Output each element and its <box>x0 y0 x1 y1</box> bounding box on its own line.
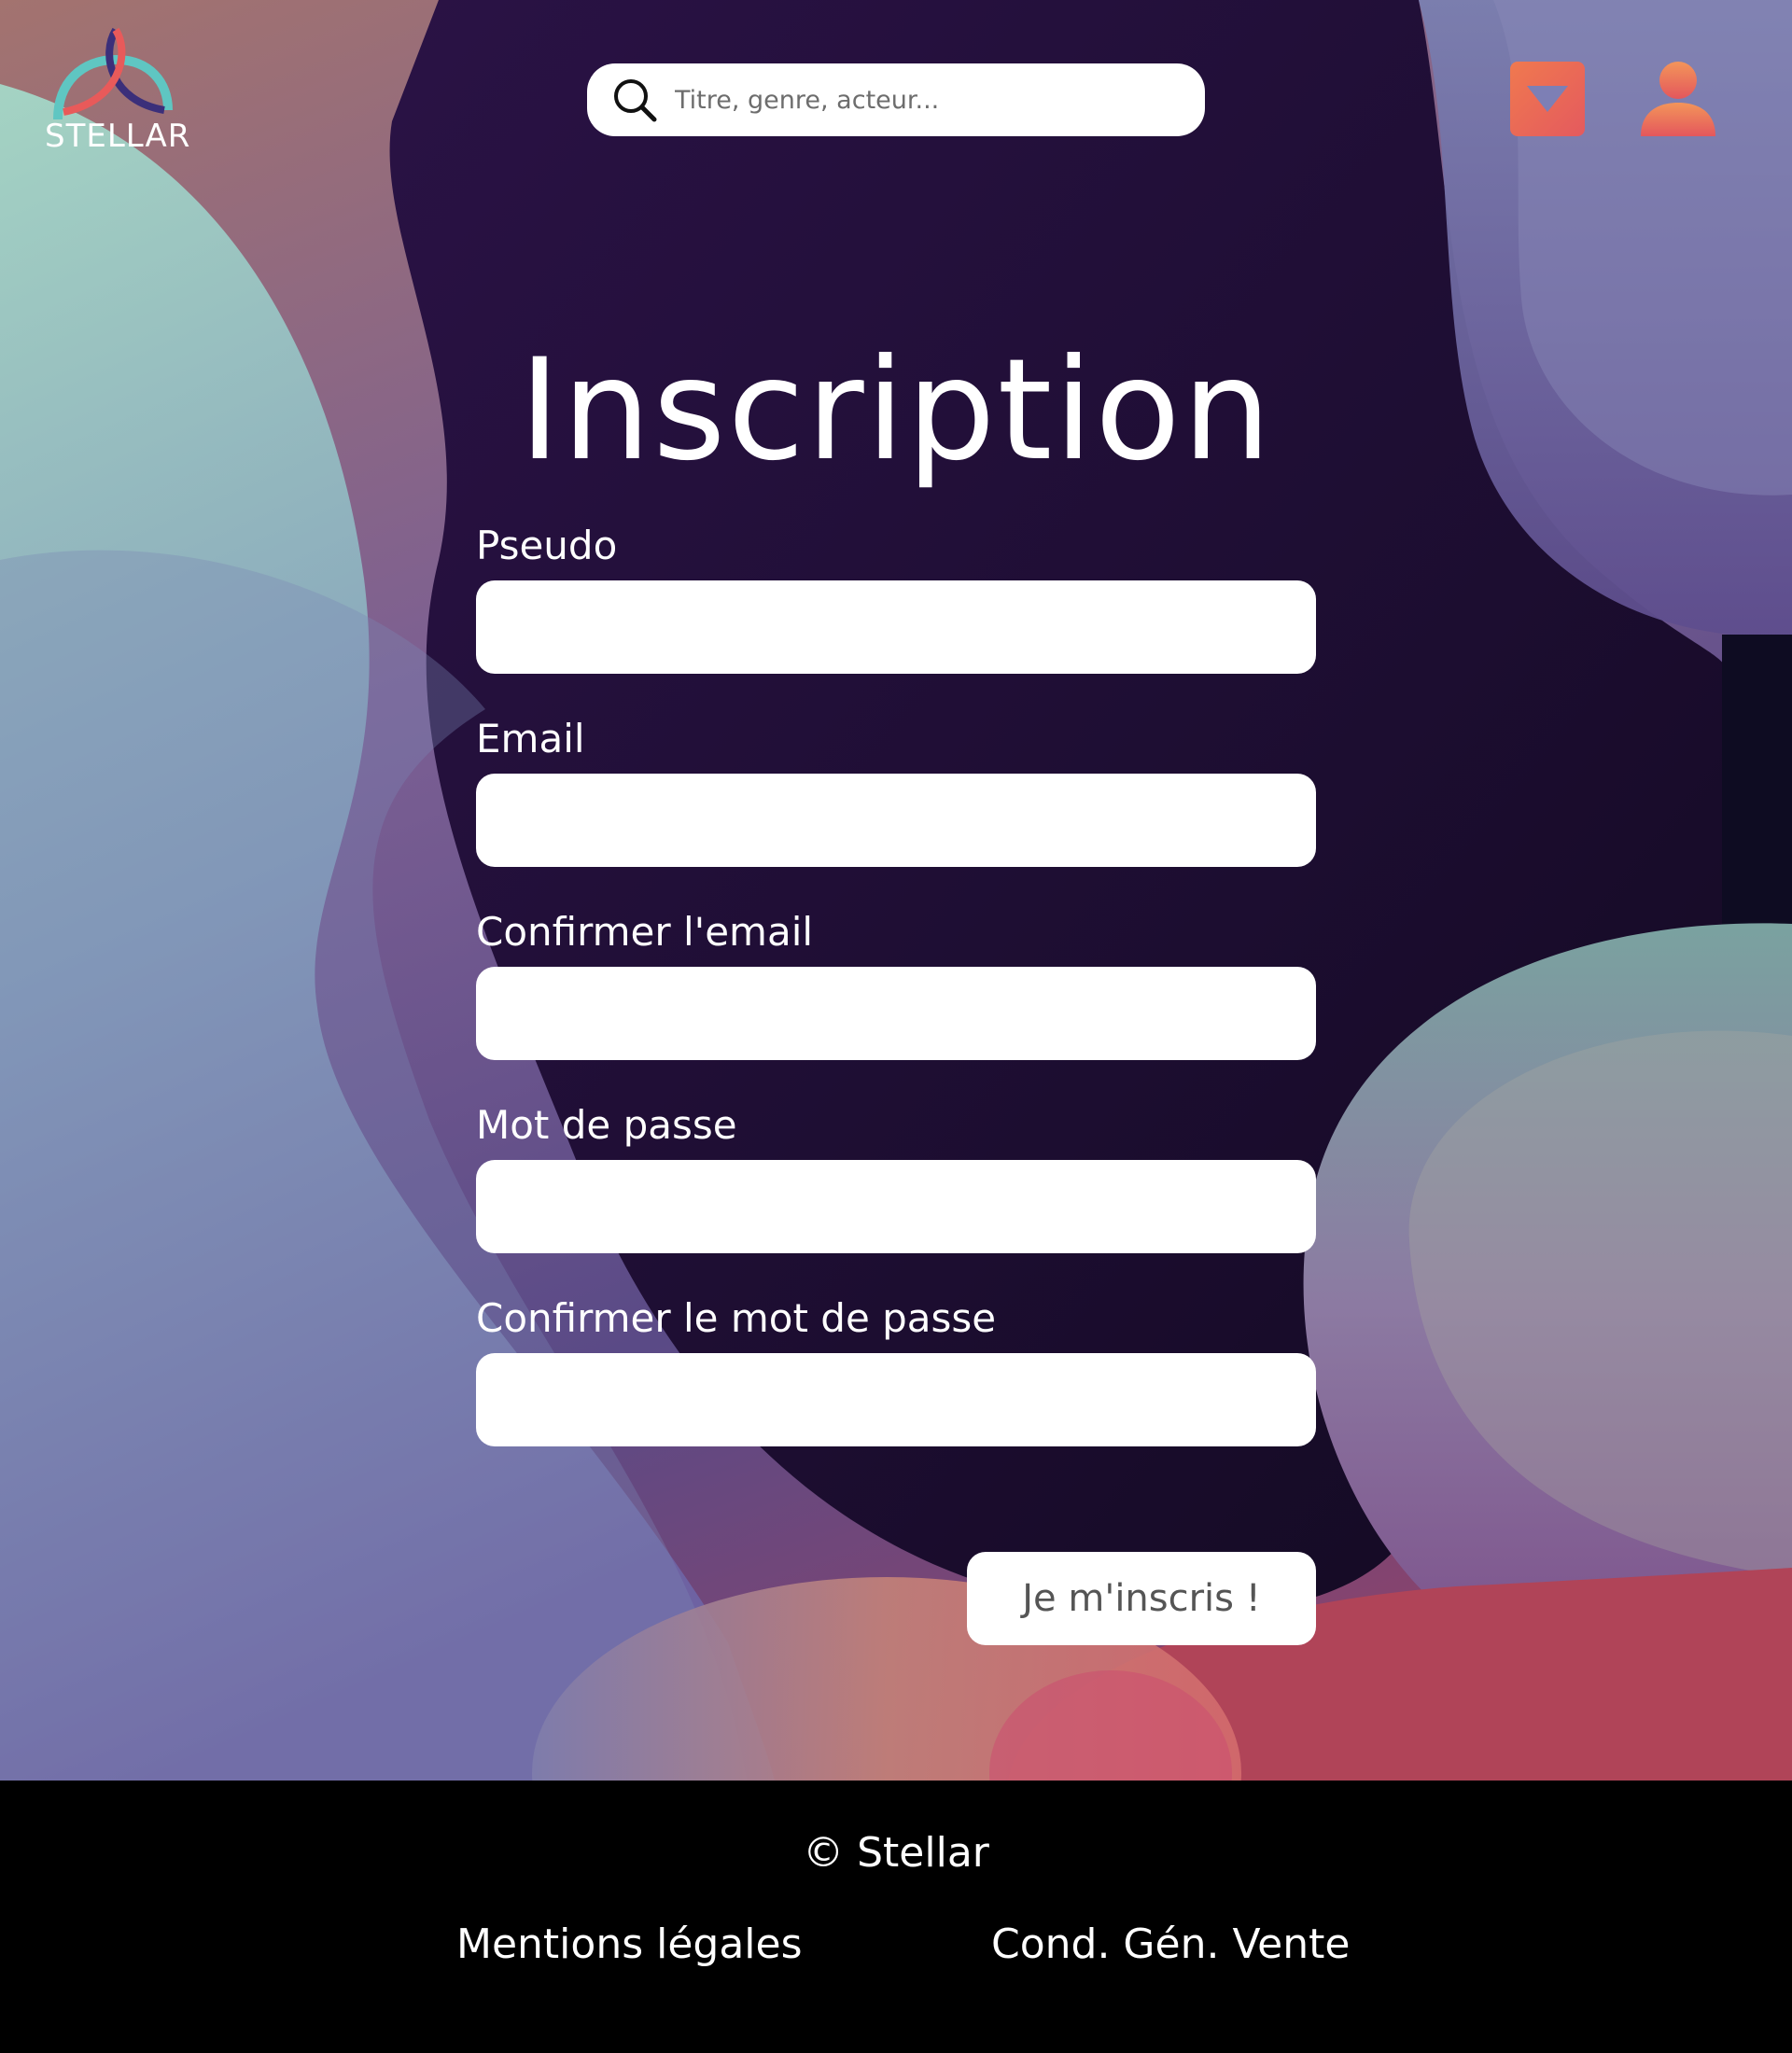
logo-text: STELLAR <box>45 118 191 155</box>
logo-mark-icon <box>53 27 173 120</box>
confirm-password-label: Confirmer le mot de passe <box>476 1295 997 1341</box>
page-title: Inscription <box>519 329 1273 492</box>
email-input[interactable] <box>476 774 1316 867</box>
search-icon[interactable] <box>611 77 658 123</box>
user-icon <box>1641 62 1715 136</box>
legal-notice-link[interactable]: Mentions légales <box>456 1920 803 1968</box>
stellar-logo[interactable]: STELLAR <box>45 26 191 157</box>
field-confirm-email: Confirmer l'email <box>476 909 1316 1102</box>
cart-dropdown-button[interactable] <box>1510 62 1585 136</box>
field-pseudo: Pseudo <box>476 523 1316 716</box>
signup-submit-button[interactable]: Je m'inscris ! <box>967 1552 1316 1645</box>
field-confirm-password: Confirmer le mot de passe <box>476 1295 1316 1488</box>
password-label: Mot de passe <box>476 1102 737 1148</box>
confirm-email-input[interactable] <box>476 967 1316 1060</box>
field-email: Email <box>476 716 1316 909</box>
pseudo-input[interactable] <box>476 580 1316 674</box>
user-account-button[interactable] <box>1639 60 1717 138</box>
field-password: Mot de passe <box>476 1102 1316 1295</box>
terms-of-sale-link[interactable]: Cond. Gén. Vente <box>991 1920 1350 1968</box>
copyright-text: © Stellar <box>803 1829 989 1877</box>
signup-form: Pseudo Email Confirmer l'email Mot de pa… <box>476 523 1316 1488</box>
cart-dropdown-icon <box>1527 86 1568 112</box>
confirm-email-label: Confirmer l'email <box>476 909 814 955</box>
footer: © Stellar Mentions légales Cond. Gén. Ve… <box>0 1781 1792 2053</box>
confirm-password-input[interactable] <box>476 1353 1316 1446</box>
search-bar[interactable] <box>587 63 1205 136</box>
email-label: Email <box>476 716 585 761</box>
hero-background: STELLAR Inscription Pseudo <box>0 0 1792 1781</box>
pseudo-label: Pseudo <box>476 523 618 568</box>
search-input[interactable] <box>673 84 1181 116</box>
password-input[interactable] <box>476 1160 1316 1253</box>
